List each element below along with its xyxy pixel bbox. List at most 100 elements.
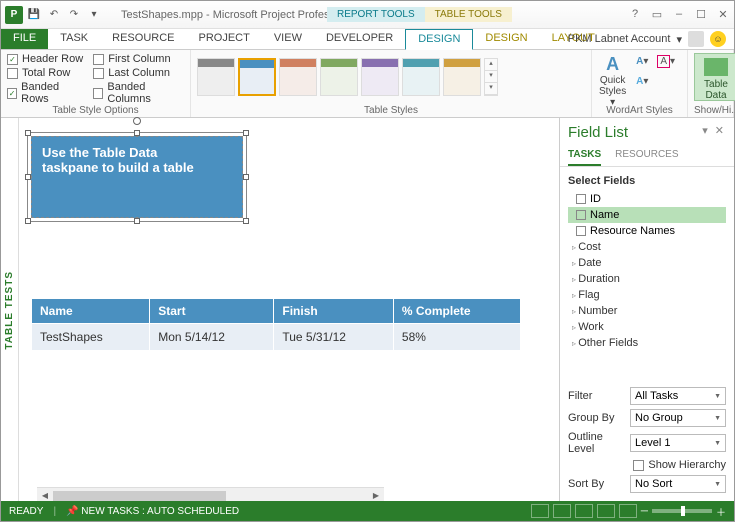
pane-menu-icon[interactable]: ▾ [702, 125, 710, 137]
avatar-icon[interactable] [688, 31, 704, 47]
resize-handle[interactable] [25, 130, 31, 136]
col-pct[interactable]: % Complete [393, 299, 520, 324]
field-item-name[interactable]: Name [568, 207, 726, 223]
account-name[interactable]: PKM Labnet Account [568, 33, 671, 45]
side-tab[interactable]: TABLE TESTS [1, 118, 19, 503]
minimize-icon[interactable]: – [672, 8, 686, 21]
resize-handle[interactable] [134, 218, 140, 224]
resize-handle[interactable] [25, 174, 31, 180]
zoom-out-icon[interactable]: ─ [641, 506, 648, 517]
group-show-hide: Table Data Show/Hi... [688, 50, 734, 117]
field-group[interactable]: Other Fields [568, 335, 726, 351]
tab-table-design[interactable]: DESIGN [473, 29, 539, 49]
view-button[interactable] [531, 504, 549, 518]
tab-task[interactable]: TASK [48, 29, 100, 49]
view-button[interactable] [619, 504, 637, 518]
gallery-more[interactable]: ▴▾▾ [484, 58, 498, 96]
resize-handle[interactable] [243, 218, 249, 224]
tab-developer[interactable]: DEVELOPER [314, 29, 405, 49]
zoom-slider[interactable] [652, 509, 712, 513]
field-group[interactable]: Cost [568, 239, 726, 255]
table-data-button[interactable]: Table Data [694, 53, 735, 101]
field-list-pane: Field List ▾ ✕ TASKS RESOURCES Select Fi… [559, 118, 734, 503]
field-item-resource-names[interactable]: Resource Names [568, 223, 726, 239]
save-icon[interactable]: 💾 [25, 6, 43, 24]
filter-select[interactable]: All Tasks▼ [630, 387, 726, 405]
col-name[interactable]: Name [32, 299, 150, 324]
report-canvas[interactable]: Use the Table Data taskpane to build a t… [19, 118, 559, 503]
text-outline-button[interactable]: A▾ [655, 53, 677, 71]
chk-header-row[interactable]: ✓Header Row [7, 53, 83, 65]
field-group[interactable]: Number [568, 303, 726, 319]
chk-banded-columns[interactable]: Banded Columns [93, 81, 184, 105]
chevron-down-icon: ▼ [714, 481, 721, 488]
feedback-icon[interactable]: ☺ [710, 31, 726, 47]
table-tools-tab[interactable]: TABLE TOOLS [425, 7, 512, 22]
table-header-row: Name Start Finish % Complete [32, 299, 521, 324]
style-swatch[interactable] [197, 58, 235, 96]
rotate-handle[interactable] [133, 117, 141, 125]
chk-show-hierarchy[interactable]: Show Hierarchy [633, 459, 726, 471]
tab-file[interactable]: FILE [1, 29, 48, 49]
chk-total-row[interactable]: Total Row [7, 67, 83, 79]
field-list: ID Name Resource Names Cost Date Duratio… [560, 191, 734, 351]
resize-handle[interactable] [25, 218, 31, 224]
pane-tab-tasks[interactable]: TASKS [568, 145, 601, 166]
chk-last-column[interactable]: Last Column [93, 67, 184, 79]
scroll-thumb[interactable] [53, 491, 226, 501]
style-swatch[interactable] [361, 58, 399, 96]
groupby-select[interactable]: No Group▼ [630, 409, 726, 427]
text-effects-button[interactable]: A▾ [631, 73, 653, 91]
field-group[interactable]: Flag [568, 287, 726, 303]
maximize-icon[interactable]: ☐ [694, 8, 708, 21]
field-group[interactable]: Work [568, 319, 726, 335]
resize-handle[interactable] [243, 174, 249, 180]
redo-icon[interactable]: ↷ [65, 6, 83, 24]
style-swatch[interactable] [443, 58, 481, 96]
style-swatch[interactable] [320, 58, 358, 96]
style-swatch[interactable] [238, 58, 276, 96]
report-tools-tab[interactable]: REPORT TOOLS [327, 7, 425, 22]
table-row[interactable]: TestShapes Mon 5/14/12 Tue 5/31/12 58% [32, 324, 521, 351]
view-button[interactable] [575, 504, 593, 518]
style-swatch[interactable] [402, 58, 440, 96]
view-button[interactable] [553, 504, 571, 518]
tab-report-design[interactable]: DESIGN [405, 29, 473, 50]
chk-banded-rows[interactable]: ✓Banded Rows [7, 81, 83, 105]
tab-resource[interactable]: RESOURCE [100, 29, 186, 49]
tab-view[interactable]: VIEW [262, 29, 314, 49]
qat-more-icon[interactable]: ▾ [85, 6, 103, 24]
col-start[interactable]: Start [150, 299, 274, 324]
group-label: Table Style Options [7, 105, 184, 116]
help-icon[interactable]: ? [628, 8, 642, 21]
field-item-id[interactable]: ID [568, 191, 726, 207]
pane-tab-resources[interactable]: RESOURCES [615, 145, 678, 166]
pane-title: Field List [568, 124, 628, 141]
outline-select[interactable]: Level 1▼ [630, 434, 726, 452]
callout-text: taskpane to build a table [42, 160, 232, 175]
sort-select[interactable]: No Sort▼ [630, 475, 726, 493]
group-wordart-styles: AQuick Styles ▾ A▾ A▾ A▾ WordArt Styles [592, 50, 688, 117]
callout-shape[interactable]: Use the Table Data taskpane to build a t… [31, 136, 243, 218]
text-fill-button[interactable]: A▾ [631, 53, 653, 71]
resize-handle[interactable] [134, 130, 140, 136]
close-icon[interactable]: ✕ [716, 8, 730, 21]
zoom-in-icon[interactable]: ＋ [716, 504, 726, 519]
field-group[interactable]: Date [568, 255, 726, 271]
resize-handle[interactable] [243, 130, 249, 136]
account-menu-icon[interactable]: ▾ [676, 33, 682, 46]
status-schedule[interactable]: NEW TASKS : AUTO SCHEDULED [81, 506, 239, 517]
group-label: Table Styles [197, 105, 585, 116]
main-area: TABLE TESTS Use the Table Data taskpane … [1, 118, 734, 503]
col-finish[interactable]: Finish [274, 299, 394, 324]
style-swatch[interactable] [279, 58, 317, 96]
view-button[interactable] [597, 504, 615, 518]
tab-project[interactable]: PROJECT [187, 29, 262, 49]
chk-first-column[interactable]: First Column [93, 53, 184, 65]
ribbon-collapse-icon[interactable]: ▭ [650, 8, 664, 21]
data-table[interactable]: Name Start Finish % Complete TestShapes … [31, 298, 521, 351]
pane-close-icon[interactable]: ✕ [715, 125, 726, 137]
quick-styles-button[interactable]: AQuick Styles ▾ [598, 53, 627, 97]
undo-icon[interactable]: ↶ [45, 6, 63, 24]
field-group[interactable]: Duration [568, 271, 726, 287]
